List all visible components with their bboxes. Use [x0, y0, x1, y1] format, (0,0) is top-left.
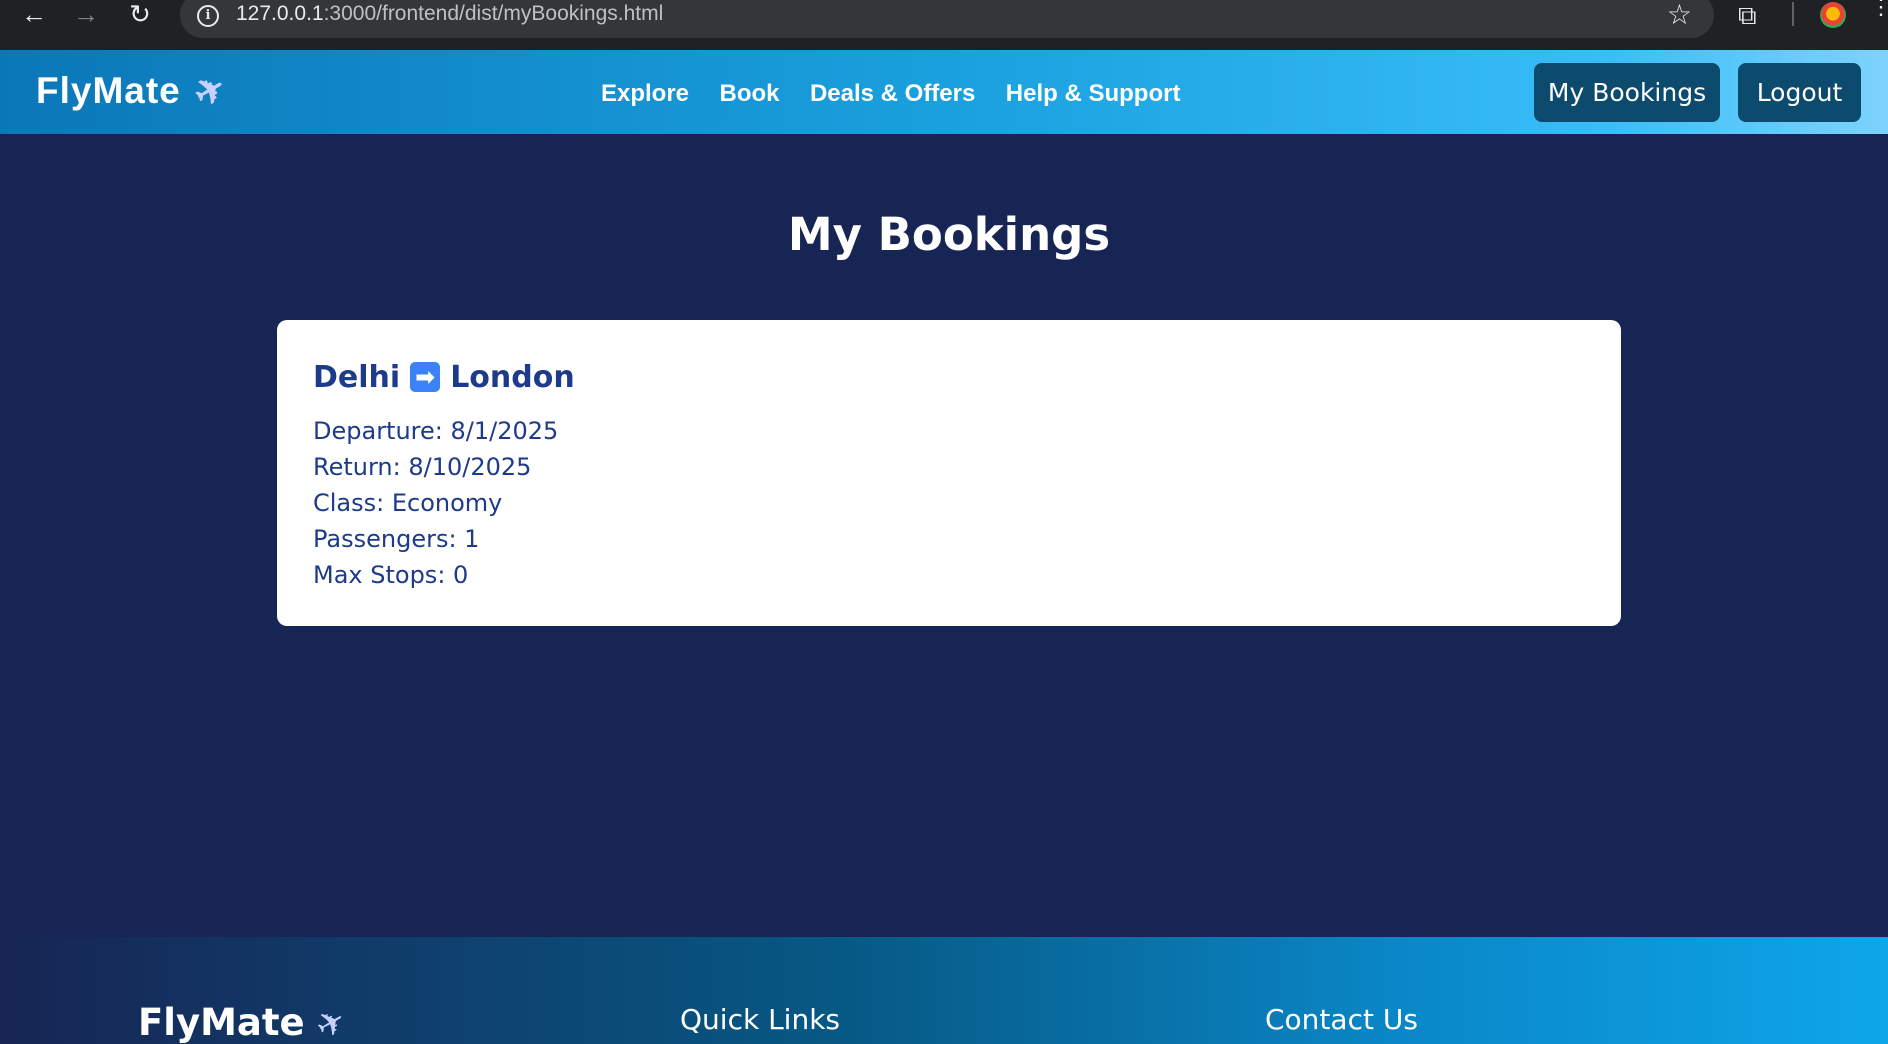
url-text[interactable]: 127.0.0.1:3000/frontend/dist/myBookings.… — [236, 2, 663, 26]
max-stops: Max Stops: 0 — [313, 561, 469, 589]
kebab-menu-icon[interactable]: ⋮ — [1870, 0, 1888, 18]
brand-logo[interactable]: FlyMate ✈ — [36, 65, 234, 116]
brand-name: FlyMate — [36, 70, 181, 111]
reload-icon[interactable]: ↻ — [122, 0, 158, 30]
booking-route: Delhi ➡ London — [313, 360, 575, 395]
profile-avatar-icon[interactable] — [1820, 2, 1846, 28]
toolbar-divider — [1792, 2, 1794, 26]
my-bookings-button[interactable]: My Bookings — [1534, 63, 1720, 122]
quick-links-heading: Quick Links — [680, 1003, 841, 1036]
nav-explore[interactable]: Explore — [601, 80, 689, 107]
airplane-icon: ✈ — [186, 65, 234, 117]
bookmark-star-icon[interactable]: ☆ — [1667, 0, 1692, 31]
site-footer: FlyMate ✈ Quick Links Contact Us — [0, 937, 1888, 1044]
booking-card: Delhi ➡ London Departure: 8/1/2025 Return:… — [277, 320, 1621, 626]
airplane-icon: ✈ — [308, 999, 354, 1044]
nav-help-support[interactable]: Help & Support — [1006, 80, 1181, 107]
nav-book[interactable]: Book — [719, 80, 779, 107]
nav-deals-offers[interactable]: Deals & Offers — [810, 80, 975, 107]
address-bar[interactable]: i 127.0.0.1:3000/frontend/dist/myBooking… — [180, 0, 1714, 38]
browser-toolbar: ← → ↻ i 127.0.0.1:3000/frontend/dist/myB… — [0, 0, 1888, 50]
passenger-count: Passengers: 1 — [313, 525, 480, 553]
extensions-icon[interactable]: ⧉ — [1738, 0, 1768, 30]
departure-date: Departure: 8/1/2025 — [313, 417, 559, 445]
forward-icon[interactable]: → — [68, 0, 104, 30]
right-arrow-icon: ➡ — [410, 362, 441, 392]
route-origin: Delhi — [313, 360, 401, 395]
footer-brand-name: FlyMate — [138, 1001, 305, 1044]
travel-class: Class: Economy — [313, 489, 503, 517]
footer-brand: FlyMate ✈ — [138, 1000, 353, 1044]
booking-details: Departure: 8/1/2025 Return: 8/10/2025 Cl… — [313, 413, 558, 593]
main-nav: Explore Book Deals & Offers Help & Suppo… — [601, 80, 1206, 108]
logout-button[interactable]: Logout — [1738, 63, 1861, 122]
page-title: My Bookings — [787, 208, 1111, 261]
contact-us-heading: Contact Us — [1265, 1003, 1418, 1036]
return-date: Return: 8/10/2025 — [313, 453, 532, 481]
back-icon[interactable]: ← — [16, 0, 52, 30]
site-info-icon[interactable]: i — [197, 5, 219, 27]
route-destination: London — [450, 360, 575, 395]
site-header: FlyMate ✈ Explore Book Deals & Offers Hel… — [0, 50, 1888, 134]
